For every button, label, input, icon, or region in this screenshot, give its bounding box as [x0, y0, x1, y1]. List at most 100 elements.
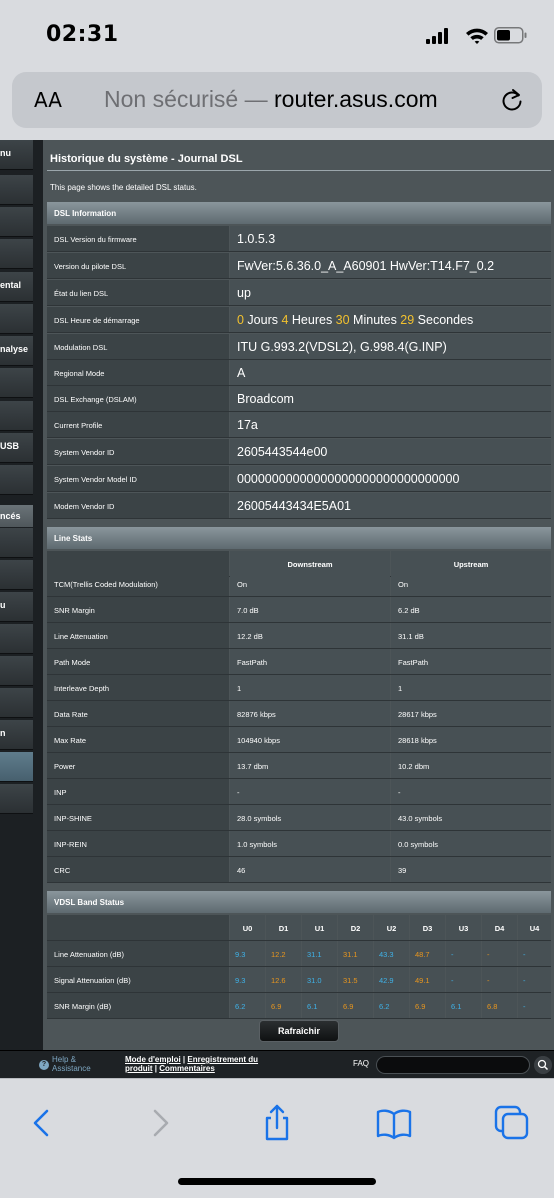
address-bar[interactable]: AA Non sécurisé — router.asus.com — [12, 72, 542, 128]
sidebar-item[interactable] — [0, 175, 33, 205]
sidebar-item[interactable]: u — [0, 592, 33, 622]
sidebar-item[interactable]: nalyse — [0, 336, 33, 366]
status-bar: 02:31 — [0, 0, 554, 70]
band-header: U3 — [446, 915, 481, 940]
row-value: ITU G.993.2(VDSL2), G.998.4(G.INP) — [230, 334, 551, 359]
band-value: - — [518, 967, 551, 992]
band-value: 12.6 — [266, 967, 301, 992]
wifi-icon — [466, 28, 488, 44]
sidebar-item[interactable] — [0, 239, 33, 269]
vdsl-band-header: VDSL Band Status — [47, 891, 551, 913]
table-row: Modem Vendor ID 26005443434E5A01 — [47, 493, 551, 519]
sidebar-item[interactable]: USB — [0, 433, 33, 463]
upstream-value: 28617 kbps — [391, 701, 551, 726]
table-row: Version du pilote DSL FwVer:5.6.36.0_A_A6… — [47, 253, 551, 279]
bookmarks-icon[interactable] — [374, 1103, 414, 1143]
row-value: Broadcom — [230, 386, 551, 411]
sidebar-item[interactable]: ental — [0, 272, 33, 302]
sidebar-item[interactable] — [0, 207, 33, 237]
sidebar-item[interactable] — [0, 624, 33, 654]
status-icons — [426, 27, 527, 44]
downstream-value: 46 — [230, 857, 390, 882]
band-header: D2 — [338, 915, 373, 940]
band-value: - — [518, 941, 551, 966]
band-value: 6.9 — [410, 993, 445, 1018]
sidebar-item[interactable] — [0, 560, 33, 590]
reload-icon[interactable] — [498, 86, 526, 114]
downstream-value: On — [230, 571, 390, 596]
row-label: DSL Heure de démarrage — [47, 307, 229, 332]
table-row: System Vendor Model ID 000000000000000000… — [47, 466, 551, 492]
forward-icon[interactable] — [140, 1103, 180, 1143]
row-label: Interleave Depth — [47, 675, 229, 700]
downstream-value: 82876 kbps — [230, 701, 390, 726]
sidebar-item[interactable]: nu — [0, 140, 33, 170]
search-icon[interactable] — [534, 1056, 552, 1074]
sidebar-item[interactable] — [0, 368, 33, 398]
row-label: Signal Attenuation (dB) — [47, 967, 229, 992]
row-value: 2605443544e00 — [230, 439, 551, 464]
sidebar-item[interactable] — [0, 784, 33, 814]
sidebar-item[interactable] — [0, 688, 33, 718]
sidebar-item[interactable] — [0, 401, 33, 431]
refresh-button[interactable]: Rafraîchir — [259, 1020, 339, 1042]
row-label: DSL Exchange (DSLAM) — [47, 386, 229, 411]
band-value: 6.2 — [230, 993, 265, 1018]
downstream-value: FastPath — [230, 649, 390, 674]
table-row: DSL Heure de démarrage 0 Jours 4 Heures 3… — [47, 307, 551, 333]
row-value: up — [230, 280, 551, 305]
upstream-value: 10.2 dbm — [391, 753, 551, 778]
band-value: - — [482, 941, 517, 966]
table-row: Data Rate 82876 kbps 28617 kbps — [47, 701, 551, 727]
band-value: 6.9 — [266, 993, 301, 1018]
home-indicator — [178, 1178, 376, 1185]
band-value: 6.1 — [302, 993, 337, 1018]
sidebar-item[interactable] — [0, 528, 33, 558]
share-icon[interactable] — [257, 1103, 297, 1143]
reader-aa-label: AA — [34, 88, 62, 112]
table-row: Signal Attenuation (dB) 9.3 12.6 31.0 31.5 42… — [47, 967, 551, 993]
table-row: DSL Version du firmware 1.0.5.3 — [47, 226, 551, 252]
sidebar-item[interactable] — [0, 656, 33, 686]
faq-search-input[interactable] — [376, 1056, 530, 1074]
reader-aa-button[interactable]: AA — [34, 88, 62, 112]
row-label: Modem Vendor ID — [47, 493, 229, 518]
row-value: 26005443434E5A01 — [230, 493, 551, 518]
downstream-value: 1 — [230, 675, 390, 700]
sidebar-item-active[interactable] — [0, 752, 33, 782]
tabs-icon[interactable] — [492, 1103, 532, 1143]
row-value: 1.0.5.3 — [230, 226, 551, 251]
register-link-cont[interactable]: produit — [125, 1064, 153, 1073]
row-label: INP-REIN — [47, 831, 229, 856]
upstream-value: 6.2 dB — [391, 597, 551, 622]
sidebar-item[interactable] — [0, 465, 33, 495]
sidebar-item[interactable]: n — [0, 720, 33, 750]
band-value: 6.2 — [374, 993, 409, 1018]
row-label: CRC — [47, 857, 229, 882]
table-row: Modulation DSL ITU G.993.2(VDSL2), G.998.… — [47, 334, 551, 360]
band-value: 31.5 — [338, 967, 373, 992]
register-link[interactable]: Enregistrement du — [187, 1055, 258, 1064]
band-value: 42.9 — [374, 967, 409, 992]
row-value: FwVer:5.6.36.0_A_A60901 HwVer:T14.F7_0.2 — [230, 253, 551, 278]
row-label: Max Rate — [47, 727, 229, 752]
downstream-value: 28.0 symbols — [230, 805, 390, 830]
band-value: 6.9 — [338, 993, 373, 1018]
table-row: État du lien DSL up — [47, 280, 551, 306]
manual-link[interactable]: Mode d'emploi — [125, 1055, 181, 1064]
upstream-value: FastPath — [391, 649, 551, 674]
row-label: Current Profile — [47, 412, 229, 437]
url-text[interactable]: Non sécurisé — router.asus.com — [104, 86, 438, 113]
band-header: U1 — [302, 915, 337, 940]
footer: ? Help & Assistance Mode d'emploi | Enre… — [0, 1050, 554, 1078]
help-line1: Help & — [52, 1055, 77, 1064]
sidebar-item[interactable] — [0, 304, 33, 334]
row-value: 00000000000000000000000000000000 — [230, 466, 551, 491]
band-value: 49.1 — [410, 967, 445, 992]
table-row: Max Rate 104940 kbps 28618 kbps — [47, 727, 551, 753]
table-row: TCM(Trellis Coded Modulation) On On — [47, 571, 551, 597]
back-icon[interactable] — [22, 1103, 62, 1143]
comments-link[interactable]: Commentaires — [159, 1064, 215, 1073]
row-label: Modulation DSL — [47, 334, 229, 359]
dsl-info-header: DSL Information — [47, 202, 551, 224]
